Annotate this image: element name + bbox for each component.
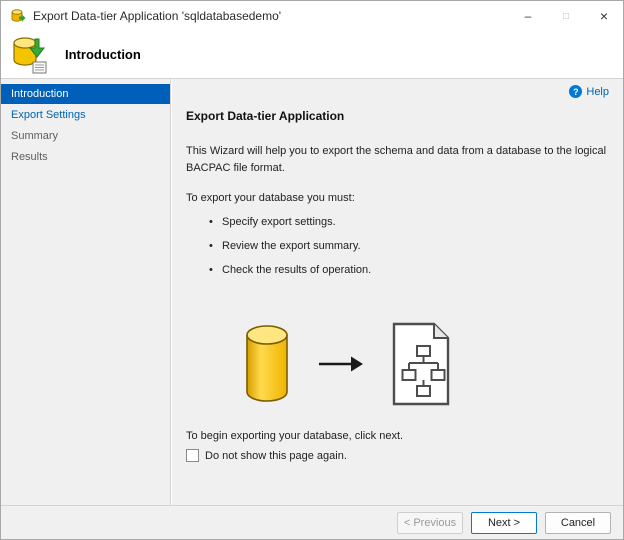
export-database-icon (11, 36, 49, 74)
requirements-intro: To export your database you must: (186, 192, 609, 204)
previous-button[interactable]: < Previous (397, 512, 463, 534)
wizard-steps-sidebar: Introduction Export Settings Summary Res… (1, 79, 171, 505)
app-icon (10, 8, 26, 24)
dont-show-again-label: Do not show this page again. (205, 450, 347, 462)
dont-show-again-row[interactable]: Do not show this page again. (186, 449, 609, 462)
bullet-item: Specify export settings. (222, 216, 609, 228)
help-icon: ? (569, 85, 582, 98)
wizard-window: Export Data-tier Application 'sqldatabas… (0, 0, 624, 540)
maximize-button[interactable]: □ (547, 1, 585, 31)
sidebar-item-introduction[interactable]: Introduction (1, 84, 170, 104)
bullet-item: Check the results of operation. (222, 264, 609, 276)
help-label: Help (586, 86, 609, 98)
wizard-header: Introduction (1, 31, 623, 78)
page-title: Introduction (65, 47, 141, 62)
help-link[interactable]: ? Help (569, 85, 609, 98)
minimize-button[interactable]: – (509, 1, 547, 31)
sidebar-item-results[interactable]: Results (1, 147, 170, 167)
cancel-button[interactable]: Cancel (545, 512, 611, 534)
sidebar-item-export-settings[interactable]: Export Settings (1, 105, 170, 125)
description-text: This Wizard will help you to export the … (186, 143, 609, 176)
dont-show-again-checkbox[interactable] (186, 449, 199, 462)
begin-text: To begin exporting your database, click … (186, 430, 609, 442)
wizard-content: ? Help Export Data-tier Application This… (172, 79, 623, 505)
database-cylinder-icon (244, 324, 290, 404)
arrow-right-icon (318, 355, 364, 373)
close-button[interactable]: × (585, 1, 623, 31)
bullet-item: Review the export summary. (222, 240, 609, 252)
bacpac-file-icon (392, 322, 450, 406)
window-controls: – □ × (509, 1, 623, 31)
window-title: Export Data-tier Application 'sqldatabas… (33, 9, 281, 23)
requirements-list: Specify export settings. Review the expo… (186, 216, 609, 276)
button-bar: < Previous Next > Cancel (1, 505, 623, 539)
next-button[interactable]: Next > (471, 512, 537, 534)
export-illustration (244, 322, 450, 406)
content-heading: Export Data-tier Application (186, 109, 609, 123)
titlebar: Export Data-tier Application 'sqldatabas… (1, 1, 623, 31)
sidebar-item-summary[interactable]: Summary (1, 126, 170, 146)
